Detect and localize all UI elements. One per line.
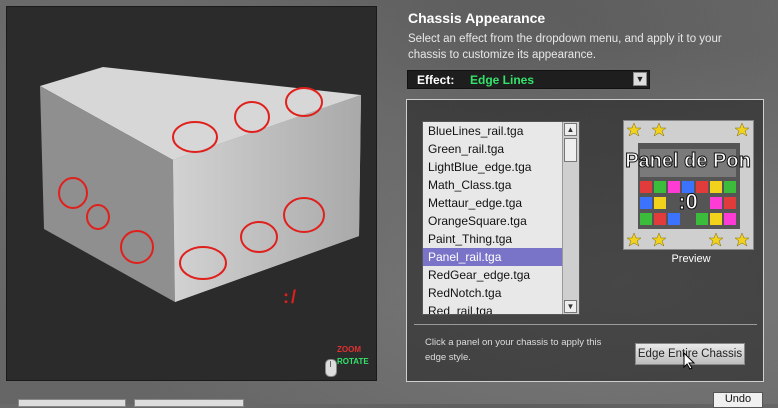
effect-dropdown[interactable]: Effect: Edge Lines ▼ [407,70,650,89]
texture-preview: Panel de Pon :0 [623,120,754,250]
dropdown-arrow-icon[interactable]: ▼ [633,72,647,86]
undo-button[interactable]: Undo [713,392,763,408]
list-item[interactable]: BlueLines_rail.tga [423,122,564,140]
effect-selected-value[interactable]: Edge Lines [470,73,534,87]
list-item[interactable]: OrangeSquare.tga [423,212,564,230]
list-item[interactable]: Mettaur_edge.tga [423,194,564,212]
effect-label: Effect: [417,73,455,87]
divider [414,324,757,325]
bottom-tab-button[interactable] [18,399,126,407]
scroll-down-icon[interactable]: ▼ [564,300,577,313]
chassis-viewport[interactable]: :/ ZOOM ROTATE [6,6,377,381]
list-scrollbar[interactable]: ▲ ▼ [562,122,579,314]
preview-text-line2: :0 [678,189,698,214]
preview-image: Panel de Pon :0 [624,121,753,249]
mouse-icon [325,359,337,377]
zoom-label: ZOOM [337,345,361,354]
scroll-thumb[interactable] [564,138,577,162]
instruction-text: Click a panel on your chassis to apply t… [425,337,602,363]
list-item-selected[interactable]: Panel_rail.tga [423,248,564,266]
chassis-model[interactable] [7,7,377,381]
annotation-text: :/ [283,287,298,307]
list-item[interactable]: RedGear_edge.tga [423,266,564,284]
list-item[interactable]: RedNotch.tga [423,284,564,302]
page-title: Chassis Appearance [408,10,546,26]
navigation-hint: ZOOM ROTATE [325,345,373,377]
list-item[interactable]: Math_Class.tga [423,176,564,194]
list-item[interactable]: Paint_Thing.tga [423,230,564,248]
bottom-tab-button[interactable] [134,399,244,407]
rotate-label: ROTATE [337,357,369,366]
list-item[interactable]: LightBlue_edge.tga [423,158,564,176]
preview-label: Preview [671,253,711,265]
texture-list[interactable]: BlueLines_rail.tga Green_rail.tga LightB… [422,121,580,315]
preview-text-line1: Panel de Pon [625,150,751,172]
list-item[interactable]: Red_rail.tga [423,302,564,314]
scroll-up-icon[interactable]: ▲ [564,123,577,136]
page-description: Select an effect from the dropdown menu,… [408,33,722,61]
list-item[interactable]: Green_rail.tga [423,140,564,158]
mouse-cursor-icon [683,352,696,370]
